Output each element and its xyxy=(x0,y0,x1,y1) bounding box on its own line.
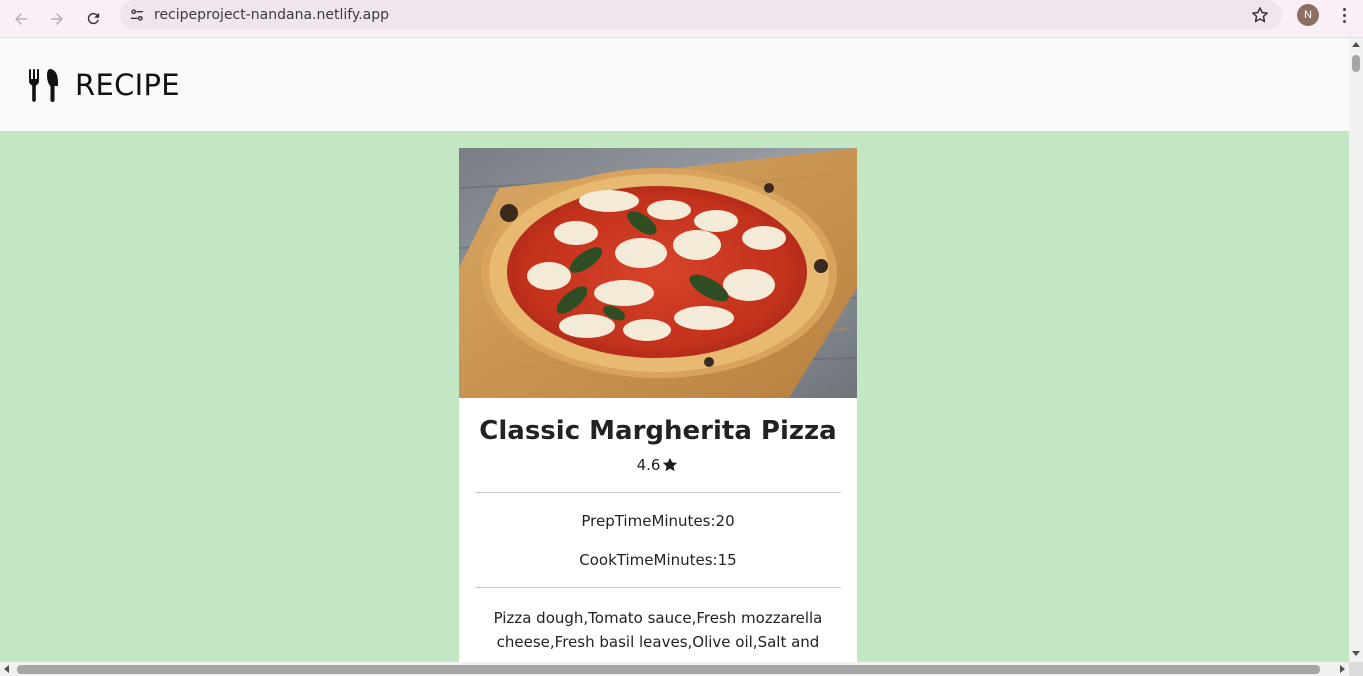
vertical-scroll-thumb[interactable] xyxy=(1352,55,1360,72)
bookmark-button[interactable] xyxy=(1250,5,1270,25)
browser-menu-button[interactable] xyxy=(1334,4,1354,26)
address-bar[interactable]: recipeproject-nandana.netlify.app xyxy=(120,0,1282,30)
horizontal-scrollbar[interactable] xyxy=(0,662,1349,676)
recipe-image xyxy=(459,148,857,398)
recipe-details: Classic Margherita Pizza 4.6 PrepTimeMin… xyxy=(459,416,857,662)
cook-time: CookTimeMinutes:15 xyxy=(579,551,737,569)
scroll-left-arrow-icon[interactable] xyxy=(4,665,9,673)
fork-knife-icon xyxy=(29,68,58,102)
scrollbar-corner xyxy=(1349,662,1363,676)
page-viewport: RECIPE Classic Margherita Pizza 4.6 Prep… xyxy=(0,38,1349,662)
star-outline-icon xyxy=(1252,7,1268,23)
recipe-title: Classic Margherita Pizza xyxy=(479,416,837,446)
forward-button[interactable] xyxy=(42,4,72,34)
scroll-down-arrow-icon[interactable] xyxy=(1352,651,1360,656)
brand-title[interactable]: RECIPE xyxy=(75,68,180,102)
prep-time: PrepTimeMinutes:20 xyxy=(581,512,735,530)
arrow-left-icon xyxy=(15,12,27,25)
scroll-up-arrow-icon[interactable] xyxy=(1352,42,1360,47)
recipe-rating: 4.6 xyxy=(475,456,841,474)
tune-icon xyxy=(131,9,143,21)
url-text[interactable]: recipeproject-nandana.netlify.app xyxy=(154,7,389,23)
horizontal-scroll-thumb[interactable] xyxy=(17,665,1320,674)
kebab-menu-icon xyxy=(1342,7,1346,11)
ingredients-text: Pizza dough,Tomato sauce,Fresh mozzarell… xyxy=(493,609,823,662)
divider xyxy=(475,587,841,588)
recipe-card: Classic Margherita Pizza 4.6 PrepTimeMin… xyxy=(459,148,857,662)
site-info-button[interactable] xyxy=(120,0,154,30)
navbar: RECIPE xyxy=(0,38,1349,131)
arrow-right-icon xyxy=(51,12,63,25)
star-filled-icon xyxy=(663,457,678,472)
vertical-scrollbar[interactable] xyxy=(1349,38,1363,662)
rating-value: 4.6 xyxy=(636,456,661,474)
reload-icon xyxy=(87,12,99,25)
divider xyxy=(475,492,841,493)
back-button[interactable] xyxy=(6,4,36,34)
browser-toolbar: recipeproject-nandana.netlify.app N xyxy=(0,0,1363,38)
scroll-right-arrow-icon[interactable] xyxy=(1340,665,1345,673)
profile-avatar[interactable]: N xyxy=(1297,4,1319,26)
reload-button[interactable] xyxy=(78,4,108,34)
